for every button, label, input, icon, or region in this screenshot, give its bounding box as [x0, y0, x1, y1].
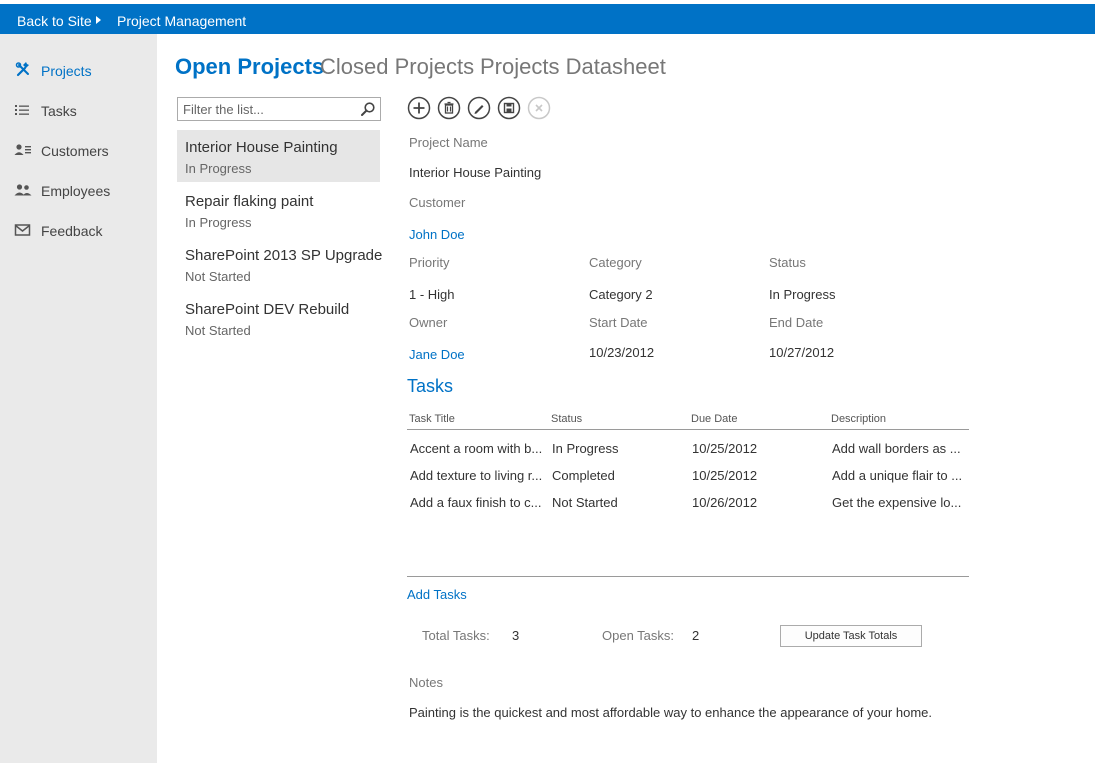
task-description-cell: Add wall borders as ...: [832, 441, 961, 456]
cancel-icon: [527, 96, 551, 120]
customer-link[interactable]: John Doe: [409, 227, 465, 242]
task-title-cell: Add texture to living r...: [410, 468, 543, 483]
task-due-cell: 10/25/2012: [692, 441, 758, 456]
sidebar: Projects Tasks Customers Employees Feedb…: [0, 34, 157, 763]
notes-label: Notes: [409, 675, 443, 690]
filter-box: [177, 97, 381, 121]
category-label: Category: [589, 255, 642, 270]
sidebar-item-label: Customers: [41, 143, 109, 159]
list-item[interactable]: Interior House Painting In Progress: [177, 130, 380, 182]
end-date-label: End Date: [769, 315, 824, 330]
tab-closed-projects[interactable]: Closed Projects: [320, 54, 474, 80]
task-title-cell: Accent a room with b...: [410, 441, 543, 456]
breadcrumb-current[interactable]: Project Management: [117, 13, 246, 29]
task-due-cell: 10/25/2012: [692, 468, 758, 483]
customer-label: Customer: [409, 195, 466, 210]
owner-label: Owner: [409, 315, 448, 330]
tab-open-projects[interactable]: Open Projects: [175, 54, 324, 80]
task-description-cell: Add a unique flair to ...: [832, 468, 963, 483]
add-tasks-link[interactable]: Add Tasks: [407, 587, 467, 602]
top-bar: Back to Site Project Management: [0, 0, 1095, 34]
priority-label: Priority: [409, 255, 450, 270]
search-icon[interactable]: [360, 101, 376, 117]
project-title: Interior House Painting: [185, 139, 338, 156]
project-title: SharePoint 2013 SP Upgrade: [185, 247, 383, 264]
column-header-status[interactable]: Status: [551, 413, 582, 425]
task-list-icon: [15, 105, 29, 115]
delete-icon[interactable]: [437, 96, 461, 120]
owner-link[interactable]: Jane Doe: [409, 347, 465, 362]
column-header-task-title[interactable]: Task Title: [409, 413, 455, 425]
table-footer-divider: [407, 576, 969, 577]
filter-input[interactable]: [178, 98, 358, 120]
category-value: Category 2: [589, 287, 653, 302]
list-item[interactable]: SharePoint DEV Rebuild Not Started: [177, 292, 380, 344]
envelope-icon: [14, 224, 31, 236]
total-tasks-label: Total Tasks:: [422, 628, 490, 643]
column-header-description[interactable]: Description: [831, 413, 886, 425]
project-status: Not Started: [185, 269, 251, 284]
task-status-cell: Completed: [552, 468, 615, 483]
start-date-value: 10/23/2012: [589, 345, 655, 360]
task-due-cell: 10/26/2012: [692, 495, 758, 510]
project-name-value: Interior House Painting: [409, 165, 542, 180]
table-header-divider: [407, 429, 969, 430]
project-title: Repair flaking paint: [185, 193, 314, 210]
notes-value: Painting is the quickest and most afford…: [409, 705, 932, 720]
sidebar-item-customers[interactable]: Customers: [0, 136, 157, 164]
sidebar-item-employees[interactable]: Employees: [0, 176, 157, 204]
list-item[interactable]: SharePoint 2013 SP Upgrade Not Started: [177, 238, 383, 290]
edit-icon[interactable]: [467, 96, 491, 120]
sidebar-item-projects[interactable]: Projects: [0, 56, 157, 84]
project-status: Not Started: [185, 323, 251, 338]
update-task-totals-button[interactable]: Update Task Totals: [780, 625, 922, 647]
list-item[interactable]: Repair flaking paint In Progress: [177, 184, 380, 236]
task-status-cell: Not Started: [552, 495, 618, 510]
save-icon[interactable]: [497, 96, 521, 120]
tab-projects-datasheet[interactable]: Projects Datasheet: [480, 54, 666, 80]
status-label: Status: [769, 255, 806, 270]
sidebar-item-label: Projects: [41, 63, 92, 79]
tools-icon: [15, 62, 29, 77]
priority-value: 1 - High: [409, 287, 455, 302]
total-tasks-value: 3: [512, 628, 520, 643]
breadcrumb-arrow-icon: [96, 16, 101, 24]
project-status: In Progress: [185, 215, 252, 230]
sidebar-item-label: Tasks: [41, 103, 77, 119]
tasks-section-title: Tasks: [407, 376, 454, 396]
project-status: In Progress: [185, 161, 252, 176]
sidebar-item-label: Employees: [41, 183, 111, 199]
task-description-cell: Get the expensive lo...: [832, 495, 962, 510]
project-name-label: Project Name: [409, 135, 488, 150]
project-title: SharePoint DEV Rebuild: [185, 301, 350, 318]
employees-icon: [14, 184, 32, 196]
open-tasks-value: 2: [692, 628, 700, 643]
task-title-cell: Add a faux finish to c...: [410, 495, 542, 510]
start-date-label: Start Date: [589, 315, 648, 330]
sidebar-item-tasks[interactable]: Tasks: [0, 96, 157, 124]
customers-icon: [14, 144, 31, 155]
sidebar-item-feedback[interactable]: Feedback: [0, 216, 157, 244]
back-to-site-link[interactable]: Back to Site: [17, 13, 92, 29]
sidebar-item-label: Feedback: [41, 223, 103, 239]
task-status-cell: In Progress: [552, 441, 619, 456]
end-date-value: 10/27/2012: [769, 345, 835, 360]
column-header-due-date[interactable]: Due Date: [691, 413, 737, 425]
add-icon[interactable]: [407, 96, 431, 120]
open-tasks-label: Open Tasks:: [602, 628, 675, 643]
status-value: In Progress: [769, 287, 836, 302]
